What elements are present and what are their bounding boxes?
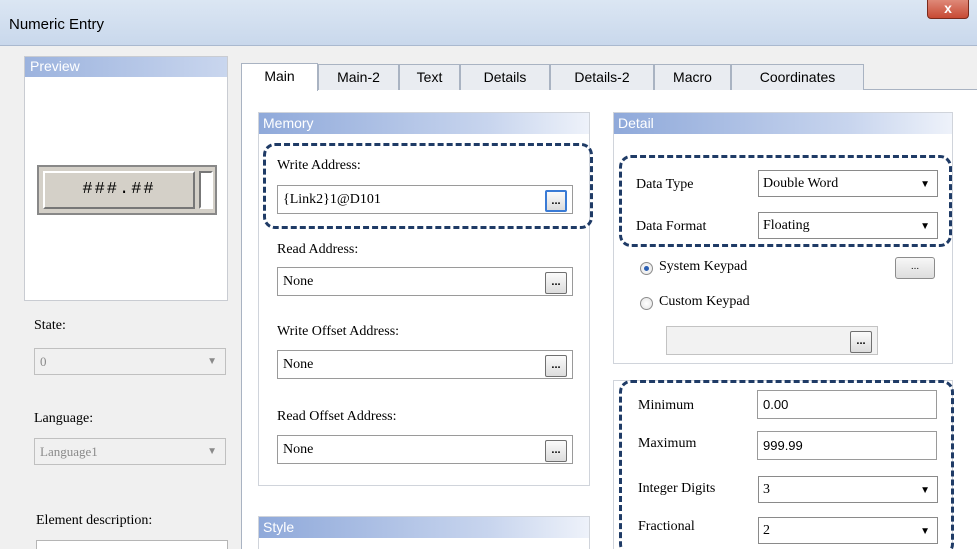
language-value: Language1 — [40, 444, 98, 459]
tab-main-2[interactable]: Main-2 — [318, 64, 399, 90]
numeric-entry-dialog: Numeric Entry x Preview ###.## State: 0 … — [0, 0, 977, 549]
tab-main[interactable]: Main — [241, 63, 318, 91]
tab-coordinates[interactable]: Coordinates — [731, 64, 864, 90]
read-address-field[interactable]: None — [277, 267, 573, 296]
language-select[interactable]: Language1 ▼ — [34, 438, 226, 465]
read-address-value: None — [283, 274, 314, 289]
state-value: 0 — [40, 354, 47, 369]
read-offset-browse-button[interactable]: ... — [545, 440, 567, 462]
style-section: Style — [258, 516, 590, 549]
preview-panel: Preview ###.## — [24, 56, 228, 301]
preview-widget-slot — [199, 171, 213, 209]
highlight-range-settings — [619, 380, 954, 549]
element-description-label: Element description: — [36, 513, 153, 528]
language-label: Language: — [34, 411, 94, 426]
preview-header: Preview — [25, 57, 227, 77]
tab-details-2[interactable]: Details-2 — [550, 64, 654, 90]
highlight-write-address — [263, 143, 593, 229]
read-offset-field[interactable]: None — [277, 435, 573, 464]
memory-header: Memory — [259, 113, 589, 134]
write-offset-label: Write Offset Address: — [277, 324, 400, 339]
highlight-data-type-format — [619, 155, 952, 247]
style-header: Style — [259, 517, 589, 538]
preview-numeric-widget: ###.## — [37, 165, 217, 215]
chevron-down-icon: ▼ — [207, 356, 217, 367]
read-offset-label: Read Offset Address: — [277, 409, 397, 424]
custom-keypad-browse-button[interactable]: ... — [850, 331, 872, 353]
write-offset-field[interactable]: None — [277, 350, 573, 379]
tab-details[interactable]: Details — [460, 64, 550, 90]
read-address-browse-button[interactable]: ... — [545, 272, 567, 294]
state-select[interactable]: 0 ▼ — [34, 348, 226, 375]
system-keypad-label: System Keypad — [659, 259, 748, 274]
tab-text[interactable]: Text — [399, 64, 460, 90]
element-description-field[interactable] — [36, 540, 228, 549]
detail-header: Detail — [614, 113, 952, 134]
system-keypad-radio[interactable] — [640, 262, 653, 275]
chevron-down-icon: ▼ — [207, 446, 217, 457]
title-bar[interactable]: Numeric Entry x — [0, 0, 977, 46]
read-address-label: Read Address: — [277, 242, 359, 257]
custom-keypad-field — [666, 326, 878, 355]
state-label: State: — [34, 318, 66, 333]
custom-keypad-radio[interactable] — [640, 297, 653, 310]
write-offset-value: None — [283, 357, 314, 372]
window-title: Numeric Entry — [9, 16, 105, 33]
read-offset-value: None — [283, 442, 314, 457]
close-button[interactable]: x — [927, 0, 969, 19]
custom-keypad-label: Custom Keypad — [659, 294, 750, 309]
preview-display: ###.## — [43, 171, 195, 209]
tab-macro[interactable]: Macro — [654, 64, 731, 90]
system-keypad-button[interactable]: ... — [895, 257, 935, 279]
write-offset-browse-button[interactable]: ... — [545, 355, 567, 377]
